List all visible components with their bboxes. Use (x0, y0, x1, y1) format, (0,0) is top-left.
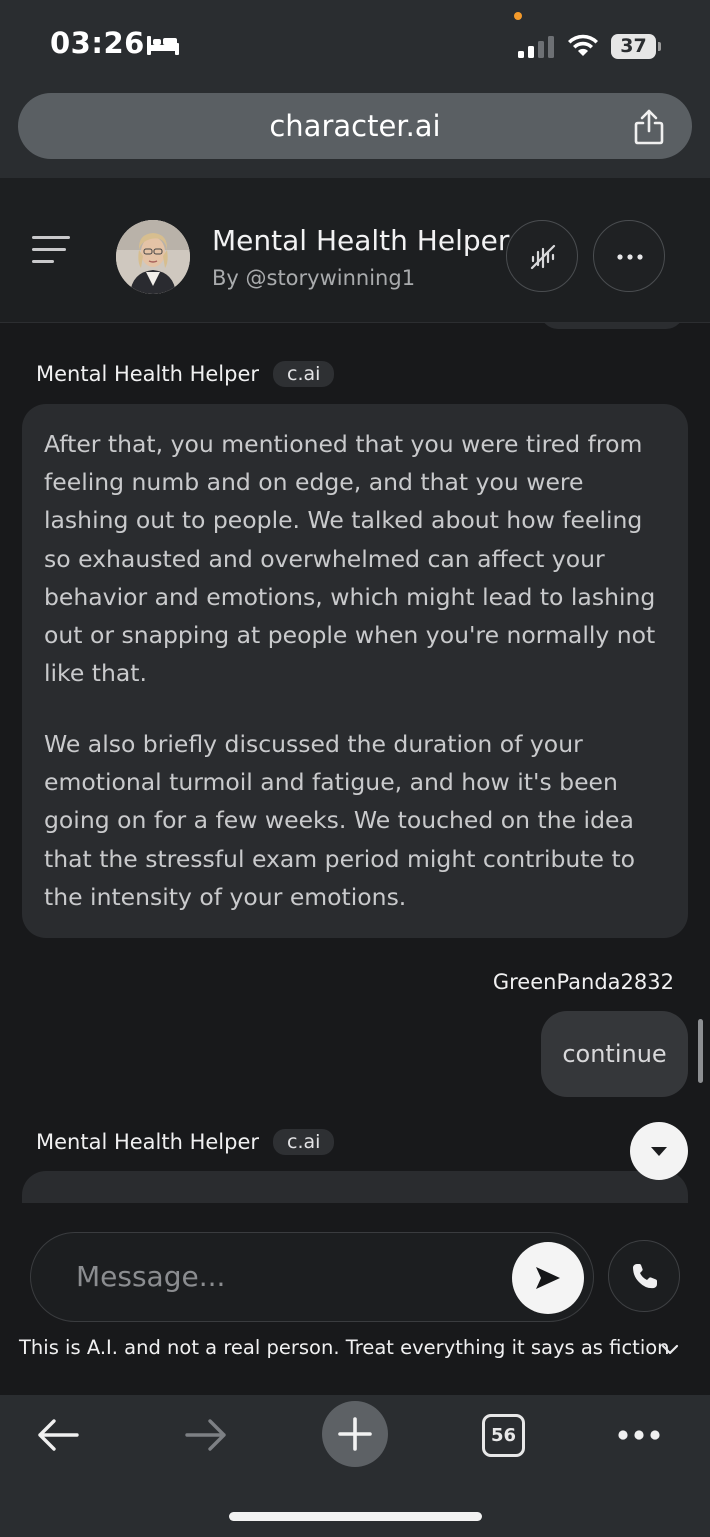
message-line: so exhausted and overwhelmed can affect … (44, 544, 605, 573)
message-line: out or snapping at people when you're no… (44, 621, 656, 650)
forward-arrow-icon[interactable] (184, 1417, 228, 1453)
user-message-bubble[interactable]: continue (541, 1011, 688, 1097)
message-line: feeling numb and on edge, and that you w… (44, 468, 584, 497)
cai-badge: c.ai (273, 361, 335, 387)
chat-header: Mental Health Helper By @storywinning1 (0, 178, 710, 323)
chevron-down-icon (651, 1147, 667, 1156)
scroll-to-bottom-button[interactable] (630, 1122, 688, 1180)
wifi-icon (568, 34, 598, 56)
message-line: like that. (44, 659, 147, 688)
voice-off-icon (530, 244, 556, 270)
message-line: behavior and emotions, which might lead … (44, 582, 656, 611)
message-line: going on for a few weeks. We touched on … (44, 806, 634, 835)
battery-nub (658, 42, 661, 51)
character-author[interactable]: By @storywinning1 (212, 266, 415, 290)
user-message-text: continue (562, 1040, 667, 1068)
phone-icon (633, 1264, 657, 1289)
browser-top-chrome: 03:26 37 character.ai (0, 0, 710, 178)
home-indicator[interactable] (229, 1512, 482, 1521)
message-list[interactable]: Mental Health Helper c.ai After that, yo… (0, 323, 710, 1203)
back-arrow-icon[interactable] (36, 1417, 80, 1453)
ai-disclaimer: This is A.I. and not a real person. Trea… (19, 1336, 670, 1359)
message-line: We also briefly discussed the duration o… (44, 730, 583, 758)
bot-message-bubble[interactable] (22, 1171, 688, 1203)
sender-name: Mental Health Helper (36, 362, 260, 386)
message-line: that the stressful exam period might con… (44, 844, 636, 873)
cai-badge: c.ai (273, 1129, 335, 1155)
message-input[interactable]: Message... (30, 1232, 594, 1322)
bot-message-bubble[interactable]: After that, you mentioned that you were … (22, 404, 688, 938)
scrollbar[interactable] (698, 1019, 703, 1083)
send-button[interactable] (512, 1242, 584, 1314)
message-line: After that, you mentioned that you were … (44, 430, 643, 458)
message-paragraph: We also briefly discussed the duration o… (44, 725, 666, 916)
status-time: 03:26 (50, 26, 145, 60)
more-icon (617, 254, 643, 260)
message-line: emotional turmoil and fatigue, and how i… (44, 768, 618, 797)
sender-name: Mental Health Helper (36, 1130, 260, 1154)
url-text: character.ai (269, 109, 441, 143)
more-icon[interactable] (617, 1429, 661, 1441)
send-icon (536, 1267, 560, 1289)
composer: Message... This is A.I. and not a real p… (0, 1203, 710, 1395)
plus-icon (338, 1417, 372, 1451)
new-tab-button[interactable] (322, 1401, 388, 1467)
more-options-button[interactable] (593, 220, 665, 292)
user-sender-name: GreenPanda2832 (492, 970, 674, 994)
menu-icon[interactable] (32, 236, 70, 266)
privacy-indicator-dot (514, 12, 522, 20)
battery-level: 37 (620, 35, 647, 57)
avatar[interactable] (116, 220, 190, 294)
message-sender-row: Mental Health Helper c.ai (36, 359, 335, 389)
message-line: the intensity of your emotions. (44, 882, 407, 911)
bed-icon (147, 36, 179, 55)
call-button[interactable] (608, 1240, 680, 1312)
share-icon[interactable] (632, 109, 666, 145)
voice-toggle-button[interactable] (506, 220, 578, 292)
signal-icon (518, 36, 554, 58)
message-sender-row: Mental Health Helper c.ai (36, 1127, 335, 1157)
chevron-down-icon[interactable] (660, 1343, 680, 1357)
character-name[interactable]: Mental Health Helper (212, 224, 509, 257)
previous-message-bubble (540, 323, 684, 329)
message-paragraph: After that, you mentioned that you were … (44, 425, 666, 692)
tabs-icon[interactable]: 56 (482, 1414, 525, 1457)
address-bar[interactable]: character.ai (18, 93, 692, 159)
battery-icon: 37 (611, 34, 661, 59)
browser-bottom-toolbar: 56 (0, 1395, 710, 1537)
tab-count: 56 (490, 1425, 517, 1446)
message-placeholder: Message... (76, 1260, 226, 1293)
message-line: lashing out to people. We talked about h… (44, 506, 643, 535)
